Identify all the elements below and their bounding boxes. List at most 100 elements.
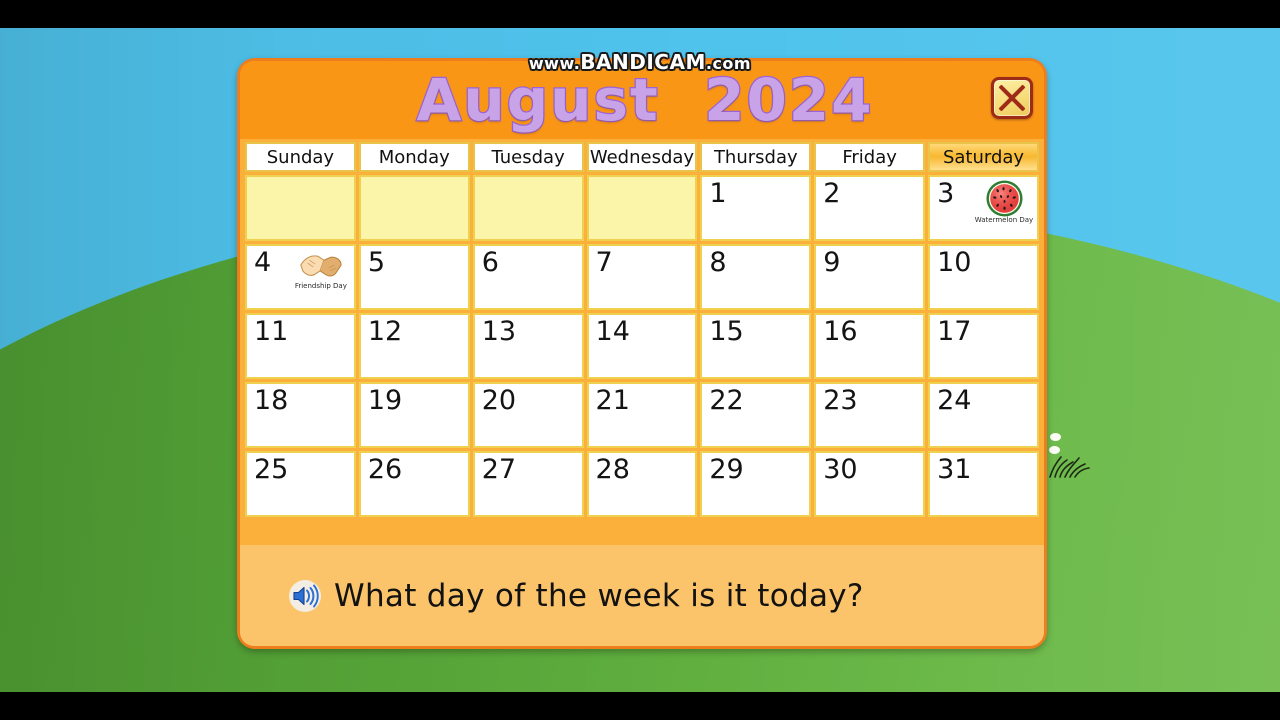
watermark-brand: BANDICAM — [580, 50, 706, 74]
close-icon[interactable] — [991, 77, 1033, 119]
speaker-icon[interactable] — [288, 579, 322, 613]
calendar-day-cell[interactable]: 26 — [358, 451, 470, 517]
day-number: 3 — [937, 178, 955, 209]
calendar-cell-empty — [586, 175, 698, 241]
holiday-label: Friendship Day — [294, 282, 347, 290]
calendar-day-cell[interactable]: 13 — [472, 313, 584, 379]
calendar-grid-wrapper: Sunday Monday Tuesday Wednesday Thursday… — [240, 139, 1044, 520]
calendar-week-row: 11 12 13 14 15 16 17 — [245, 313, 1039, 379]
grass-tuft-icon — [1049, 456, 1090, 478]
day-number: 2 — [823, 178, 841, 209]
day-number: 9 — [823, 247, 841, 278]
calendar-day-cell[interactable]: 24 — [928, 382, 1039, 448]
holiday-label: Watermelon Day — [974, 216, 1034, 224]
calendar-window: August 2024 Sunday Monday Tuesday Wednes… — [237, 58, 1047, 649]
calendar-day-cell[interactable]: 11 — [245, 313, 356, 379]
day-number: 16 — [823, 316, 858, 347]
calendar-cell-empty — [472, 175, 584, 241]
calendar-day-cell[interactable]: 3 Watermelon Day — [928, 175, 1039, 241]
day-number: 25 — [254, 454, 289, 485]
calendar-day-cell[interactable]: 9 — [814, 244, 926, 310]
calendar-day-cell[interactable]: 17 — [928, 313, 1039, 379]
calendar-day-cell[interactable]: 19 — [358, 382, 470, 448]
letterbox-bottom — [0, 692, 1280, 720]
watermelon-icon — [985, 180, 1023, 217]
calendar-body: 123 Watermelon Day 4 Friendship Day 5 6 … — [245, 175, 1039, 517]
weekday-header-monday[interactable]: Monday — [358, 142, 470, 172]
calendar-day-cell[interactable]: 5 — [358, 244, 470, 310]
calendar-day-cell[interactable]: 7 — [586, 244, 698, 310]
screen: www.BANDICAM.com August 2024 Sunday Mond… — [0, 0, 1280, 720]
weekday-header-thursday[interactable]: Thursday — [700, 142, 812, 172]
calendar-week-row: 25 26 27 28 29 30 31 — [245, 451, 1039, 517]
day-number: 20 — [481, 385, 517, 416]
calendar-cell-empty — [245, 175, 356, 241]
calendar-day-cell[interactable]: 28 — [586, 451, 698, 517]
calendar-day-cell[interactable]: 22 — [700, 382, 812, 448]
weekday-header-sunday[interactable]: Sunday — [245, 142, 356, 172]
flower-decor — [1050, 433, 1061, 441]
calendar-day-cell[interactable]: 18 — [245, 382, 356, 448]
day-number: 12 — [367, 316, 403, 347]
day-number: 31 — [937, 454, 972, 485]
day-number: 6 — [481, 247, 499, 278]
calendar-day-cell[interactable]: 12 — [358, 313, 470, 379]
calendar-day-cell[interactable]: 27 — [472, 451, 584, 517]
day-number: 10 — [937, 247, 972, 278]
day-number: 19 — [367, 385, 403, 416]
day-number: 1 — [709, 178, 727, 209]
calendar-day-cell[interactable]: 1 — [700, 175, 812, 241]
calendar-week-row: 4 Friendship Day 5 6 7 8 9 10 — [245, 244, 1039, 310]
day-number: 4 — [254, 247, 272, 278]
day-number: 7 — [595, 247, 613, 278]
day-number: 29 — [709, 454, 744, 485]
calendar-day-cell[interactable]: 31 — [928, 451, 1039, 517]
day-number: 30 — [823, 454, 858, 485]
calendar-day-cell[interactable]: 20 — [472, 382, 584, 448]
day-number: 17 — [937, 316, 972, 347]
day-number: 22 — [709, 385, 744, 416]
question-text: What day of the week is it today? — [334, 577, 864, 614]
calendar-day-cell[interactable]: 15 — [700, 313, 812, 379]
weekday-header-tuesday[interactable]: Tuesday — [472, 142, 584, 172]
watermark-prefix: www. — [528, 54, 581, 73]
calendar-week-row: 18 19 20 21 22 23 24 — [245, 382, 1039, 448]
day-number: 23 — [823, 385, 858, 416]
day-number: 21 — [595, 385, 630, 416]
calendar-day-cell[interactable]: 2 — [814, 175, 926, 241]
calendar-day-cell[interactable]: 23 — [814, 382, 926, 448]
calendar-day-cell[interactable]: 6 — [472, 244, 584, 310]
letterbox-top — [0, 0, 1280, 28]
handshake-icon — [300, 255, 342, 277]
weekday-header-friday[interactable]: Friday — [814, 142, 926, 172]
day-number: 13 — [481, 316, 517, 347]
day-number: 27 — [481, 454, 517, 485]
watermark-suffix: .com — [705, 54, 752, 73]
weekday-header-row: Sunday Monday Tuesday Wednesday Thursday… — [245, 142, 1039, 172]
weekday-header-saturday[interactable]: Saturday — [928, 142, 1039, 172]
bandicam-watermark: www.BANDICAM.com — [0, 50, 1280, 74]
holiday-marker: Watermelon Day — [974, 179, 1034, 224]
day-number: 26 — [367, 454, 403, 485]
day-number: 11 — [254, 316, 289, 347]
day-number: 14 — [595, 316, 630, 347]
day-number: 5 — [367, 247, 386, 278]
day-number: 24 — [937, 385, 972, 416]
calendar-day-cell[interactable]: 4 Friendship Day — [245, 244, 356, 310]
day-number: 8 — [709, 247, 727, 278]
calendar-day-cell[interactable]: 8 — [700, 244, 812, 310]
weekday-header-wednesday[interactable]: Wednesday — [586, 142, 698, 172]
calendar-day-cell[interactable]: 21 — [586, 382, 698, 448]
month-year-title: August 2024 — [415, 65, 874, 136]
day-number: 28 — [595, 454, 630, 485]
calendar-day-cell[interactable]: 29 — [700, 451, 812, 517]
calendar-cell-empty — [358, 175, 470, 241]
day-number: 15 — [709, 316, 744, 347]
calendar-day-cell[interactable]: 14 — [586, 313, 698, 379]
calendar-day-cell[interactable]: 30 — [814, 451, 926, 517]
day-number: 18 — [254, 385, 289, 416]
calendar-day-cell[interactable]: 10 — [928, 244, 1039, 310]
calendar-week-row: 1 2 3 Watermelon Day — [245, 175, 1039, 241]
calendar-day-cell[interactable]: 16 — [814, 313, 926, 379]
calendar-day-cell[interactable]: 25 — [245, 451, 356, 517]
